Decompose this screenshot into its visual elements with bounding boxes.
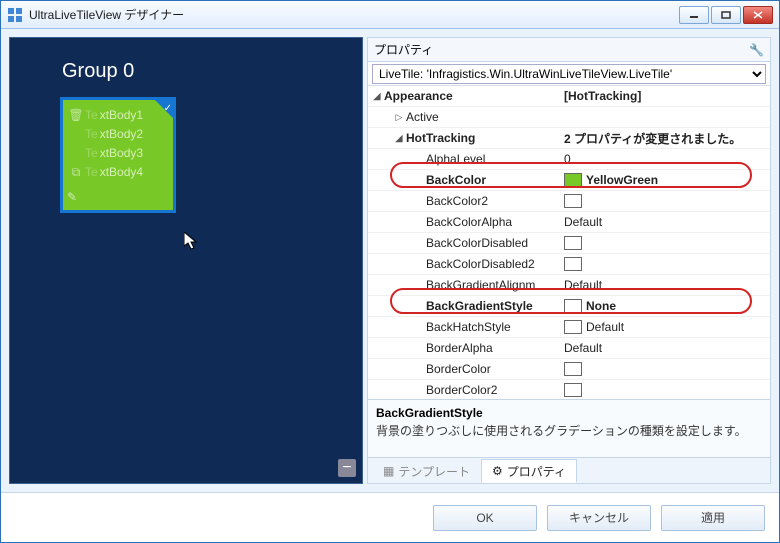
tab-template[interactable]: ▦テンプレート	[372, 459, 481, 483]
property-description: BackGradientStyle 背景の塗りつぶしに使用されるグラデーションの…	[368, 399, 770, 457]
titlebar: UltraLiveTileView デザイナー	[1, 1, 779, 29]
client-area: Group 0 ✓ 🗑TextBody1 TextBody2 TextBody3…	[1, 29, 779, 492]
tile-line: xtBody4	[100, 163, 143, 182]
tab-strip: ▦テンプレート ⚙プロパティ	[368, 457, 770, 483]
tile-line: xtBody1	[100, 106, 143, 125]
tile-line: xtBody2	[100, 125, 143, 144]
group-title: Group 0	[62, 60, 362, 83]
trash-icon: 🗑	[69, 106, 83, 125]
expand-icon[interactable]: ◢	[394, 133, 404, 143]
color-swatch[interactable]	[564, 383, 582, 397]
ok-button[interactable]: OK	[433, 505, 537, 531]
gear-icon: ⚙	[492, 464, 503, 478]
maximize-button[interactable]	[711, 6, 741, 24]
color-swatch[interactable]	[564, 257, 582, 271]
expand-icon[interactable]: ▷	[394, 112, 404, 122]
collapse-button[interactable]: −	[338, 459, 356, 477]
object-selector[interactable]: LiveTile: 'Infragistics.Win.UltraWinLive…	[372, 64, 766, 84]
live-tile[interactable]: ✓ 🗑TextBody1 TextBody2 TextBody3 ⧉TextBo…	[60, 97, 176, 213]
cancel-button[interactable]: キャンセル	[547, 505, 651, 531]
grid-icon: ▦	[383, 464, 394, 478]
minimize-button[interactable]	[679, 6, 709, 24]
color-swatch[interactable]	[564, 299, 582, 313]
object-selector-row: LiveTile: 'Infragistics.Win.UltraWinLive…	[368, 62, 770, 86]
expand-icon[interactable]: ◢	[372, 91, 382, 101]
check-icon: ✓	[164, 99, 172, 118]
wrench-icon[interactable]: 🔧	[749, 43, 764, 57]
property-panel: プロパティ 🔧 LiveTile: 'Infragistics.Win.Ultr…	[367, 37, 771, 484]
tab-properties[interactable]: ⚙プロパティ	[481, 459, 577, 483]
close-button[interactable]	[743, 6, 773, 24]
apply-button[interactable]: 適用	[661, 505, 765, 531]
color-swatch[interactable]	[564, 194, 582, 208]
color-swatch[interactable]	[564, 236, 582, 250]
color-swatch[interactable]	[564, 362, 582, 376]
tile-line: xtBody3	[100, 144, 143, 163]
desc-title: BackGradientStyle	[376, 406, 762, 420]
app-icon	[7, 7, 23, 23]
color-swatch[interactable]	[564, 320, 582, 334]
desc-body: 背景の塗りつぶしに使用されるグラデーションの種類を設定します。	[376, 422, 762, 439]
property-header: プロパティ 🔧	[368, 38, 770, 62]
property-grid[interactable]: ◢Appearance[HotTracking] ▷Active ◢HotTra…	[368, 86, 770, 399]
copy-icon: ⧉	[69, 163, 83, 182]
property-header-title: プロパティ	[374, 41, 433, 58]
cursor-icon	[184, 232, 200, 252]
design-surface[interactable]: Group 0 ✓ 🗑TextBody1 TextBody2 TextBody3…	[9, 37, 363, 484]
pencil-icon: ✎	[67, 188, 77, 207]
window-title: UltraLiveTileView デザイナー	[29, 6, 184, 23]
color-swatch[interactable]	[564, 173, 582, 187]
designer-window: UltraLiveTileView デザイナー Group 0 ✓ 🗑TextB…	[0, 0, 780, 543]
dialog-button-bar: OK キャンセル 適用	[1, 492, 779, 542]
